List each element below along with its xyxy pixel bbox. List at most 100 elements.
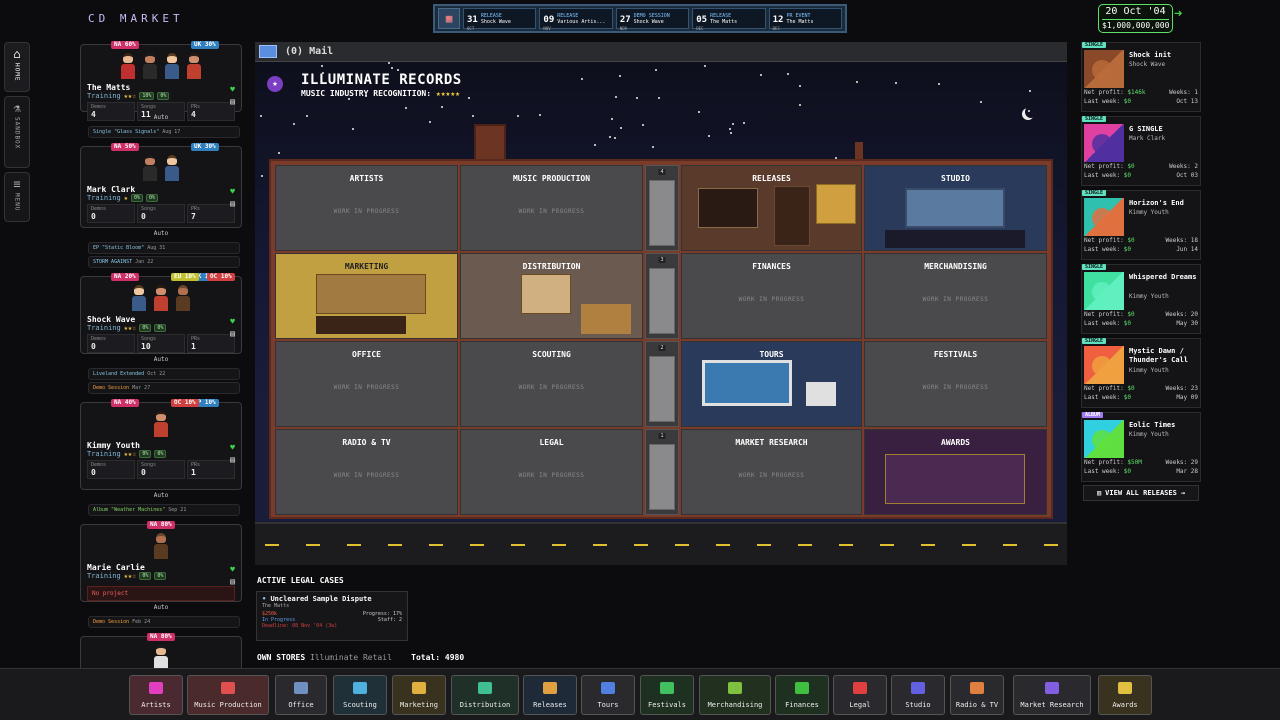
heart-icon: ♥ — [230, 85, 235, 94]
room-studio[interactable]: STUDIO — [864, 165, 1047, 251]
dock-office-button[interactable]: Office — [275, 675, 327, 715]
project-item[interactable]: STORM AGAINST Jan 22 — [88, 256, 240, 268]
room-finances[interactable]: FINANCES WORK IN PROGRESS — [681, 253, 862, 339]
room-legal[interactable]: LEGAL WORK IN PROGRESS — [460, 429, 643, 515]
artist-projects: Demo Session Feb 24 — [80, 608, 242, 628]
nav-menu[interactable]: ≡ MENU — [4, 172, 30, 222]
event-item[interactable]: 09 NOV RELEASE Various Artis... — [539, 8, 613, 31]
room-releases[interactable]: RELEASES — [681, 165, 862, 251]
event-item[interactable]: 31 OCT RELEASE Shock Wave — [463, 8, 537, 31]
dock-finances-button[interactable]: Finances — [775, 675, 829, 715]
release-card[interactable]: SINGLE Horizon's End Kimmy Youth Net profit… — [1081, 190, 1201, 260]
release-card[interactable]: ALBUM Eolic Times Kimmy Youth Net profit: $… — [1081, 412, 1201, 482]
dock-scouting-button[interactable]: Scouting — [333, 675, 387, 715]
radio-tv-icon — [970, 682, 984, 694]
room-artists[interactable]: ARTISTS WORK IN PROGRESS — [275, 165, 458, 251]
dock-market-research-button[interactable]: Market Research — [1013, 675, 1091, 715]
event-item[interactable]: 27 NOV DEMO SESSION Shock Wave — [615, 8, 690, 31]
room-music-production[interactable]: MUSIC PRODUCTION WORK IN PROGRESS — [460, 165, 643, 251]
star — [619, 75, 621, 77]
fast-forward-icon[interactable]: ➜ — [1174, 6, 1182, 22]
net-profit-row: Net profit: $0 Weeks: 23 — [1084, 385, 1198, 392]
market-badges: NA 80% — [81, 633, 241, 643]
calendar-icon[interactable]: ▦ — [438, 8, 460, 29]
room-distribution[interactable]: DISTRIBUTION — [460, 253, 643, 339]
release-card[interactable]: SINGLE Shock init Shock Wave Net profit: $1… — [1081, 42, 1201, 112]
event-item[interactable]: 05 DEC RELEASE The Matts — [692, 8, 766, 31]
room-merchandising[interactable]: MERCHANDISING WORK IN PROGRESS — [864, 253, 1047, 339]
legal-icon — [853, 682, 867, 694]
nav-sandbox[interactable]: ⚗ SANDBOX — [4, 96, 30, 168]
schedule-icon[interactable]: ▤ — [230, 199, 235, 208]
view-all-releases-button[interactable]: ▥ VIEW ALL RELEASES → — [1083, 485, 1199, 501]
room-tours[interactable]: TOURS — [681, 341, 862, 427]
room-radio-tv[interactable]: RADIO & TV WORK IN PROGRESS — [275, 429, 458, 515]
market-share-badge: EU 10% — [171, 273, 199, 281]
moon-icon — [1025, 106, 1037, 118]
star — [652, 146, 654, 148]
room-market-research[interactable]: MARKET RESEARCH WORK IN PROGRESS — [681, 429, 862, 515]
star-rating: ★ — [123, 194, 128, 202]
nav-home[interactable]: ⌂ HOME — [4, 42, 30, 92]
dock-festivals-button[interactable]: Festivals — [640, 675, 694, 715]
artist-card[interactable]: NA 20% UK 10% EU 10% OC 10% Shock Wave Traini… — [80, 273, 242, 363]
project-item[interactable]: Album "Weather Machines" Sep 21 — [88, 504, 240, 516]
legal-case-card[interactable]: • Uncleared Sample Dispute The Matts $25… — [256, 591, 408, 641]
schedule-icon[interactable]: ▤ — [230, 455, 235, 464]
star-rating: ★★☆ — [123, 324, 137, 332]
last-week-row: Last week: $0 May 30 — [1084, 320, 1198, 327]
auto-toggle[interactable]: Auto — [81, 492, 241, 499]
project-item[interactable]: Liveland Extended Oct 22 — [88, 368, 240, 380]
artist-card[interactable]: NA 60% UK 30% The Matts Training ★★☆ 10% 0% Dem… — [80, 41, 242, 121]
last-week-row: Last week: $0 Oct 13 — [1084, 98, 1198, 105]
event-item[interactable]: 12 DEC PR EVENT The Matts — [768, 8, 843, 31]
room-awards[interactable]: AWARDS — [864, 429, 1047, 515]
room-marketing[interactable]: MARKETING — [275, 253, 458, 339]
market-share-badge: OC 10% — [171, 399, 199, 407]
marketing-icon — [412, 682, 426, 694]
auto-toggle[interactable]: Auto — [81, 114, 241, 121]
dock-releases-button[interactable]: Releases — [523, 675, 577, 715]
date-cash-box[interactable]: 20 Oct '04 $1,000,000,000 — [1098, 4, 1173, 33]
star — [799, 85, 801, 87]
dock-studio-button[interactable]: Studio — [891, 675, 945, 715]
artist-card[interactable]: NA 50% UK 30% Mark Clark Training ★ 0% 0% Demos… — [80, 143, 242, 237]
schedule-icon[interactable]: ▤ — [230, 329, 235, 338]
room-scouting[interactable]: SCOUTING WORK IN PROGRESS — [460, 341, 643, 427]
release-card[interactable]: SINGLE Whispered Dreams Kimmy Youth Net pro… — [1081, 264, 1201, 334]
artist-card[interactable]: NA 80% Marie Carlie Training ★★☆ 0% 0% No proj… — [80, 521, 242, 611]
auto-toggle[interactable]: Auto — [81, 604, 241, 611]
star — [306, 115, 308, 117]
schedule-icon[interactable]: ▤ — [230, 577, 235, 586]
room-festivals[interactable]: FESTIVALS WORK IN PROGRESS — [864, 341, 1047, 427]
dock-distribution-button[interactable]: Distribution — [451, 675, 519, 715]
star — [614, 137, 616, 139]
release-card[interactable]: SINGLE G SINGLE Mark Clark Net profit: $0 We… — [1081, 116, 1201, 186]
project-item[interactable]: Single "Glass Signals" Aug 17 — [88, 126, 240, 138]
project-item[interactable]: EP "Static Bloom" Aug 31 — [88, 242, 240, 254]
artist-card[interactable]: NA 40% JP 10% OC 10% Kimmy Youth Training ★★☆… — [80, 399, 242, 499]
dock-awards-button[interactable]: Awards — [1098, 675, 1152, 715]
star-rating: ★★☆ — [123, 450, 137, 458]
mail-bar[interactable]: (0) Mail — [255, 42, 1067, 62]
dock-marketing-button[interactable]: Marketing — [392, 675, 446, 715]
market-badges: NA 50% UK 30% — [81, 143, 241, 153]
dock-artists-button[interactable]: Artists — [129, 675, 183, 715]
release-card[interactable]: SINGLE Mystic Dawn / Thunder's Call Kimmy … — [1081, 338, 1201, 408]
dock-legal-button[interactable]: Legal — [833, 675, 887, 715]
project-item[interactable]: Demo Session Mar 27 — [88, 382, 240, 394]
auto-toggle[interactable]: Auto — [81, 356, 241, 363]
release-title: Mystic Dawn / Thunder's Call — [1129, 347, 1189, 364]
road-marking — [675, 544, 689, 546]
game-date: 20 Oct '04 — [1105, 6, 1166, 17]
room-office[interactable]: OFFICE WORK IN PROGRESS — [275, 341, 458, 427]
artist-name: Shock Wave — [87, 315, 136, 324]
dock-music-production-button[interactable]: Music Production — [187, 675, 269, 715]
dock-tours-button[interactable]: Tours — [581, 675, 635, 715]
dock-merchandising-button[interactable]: Merchandising — [699, 675, 771, 715]
auto-toggle[interactable]: Auto — [81, 230, 241, 237]
schedule-icon[interactable]: ▤ — [230, 97, 235, 106]
dock-radio-tv-button[interactable]: Radio & TV — [950, 675, 1004, 715]
project-item[interactable]: Demo Session Feb 24 — [88, 616, 240, 628]
market-badges: NA 20% UK 10% EU 10% OC 10% — [81, 273, 241, 283]
